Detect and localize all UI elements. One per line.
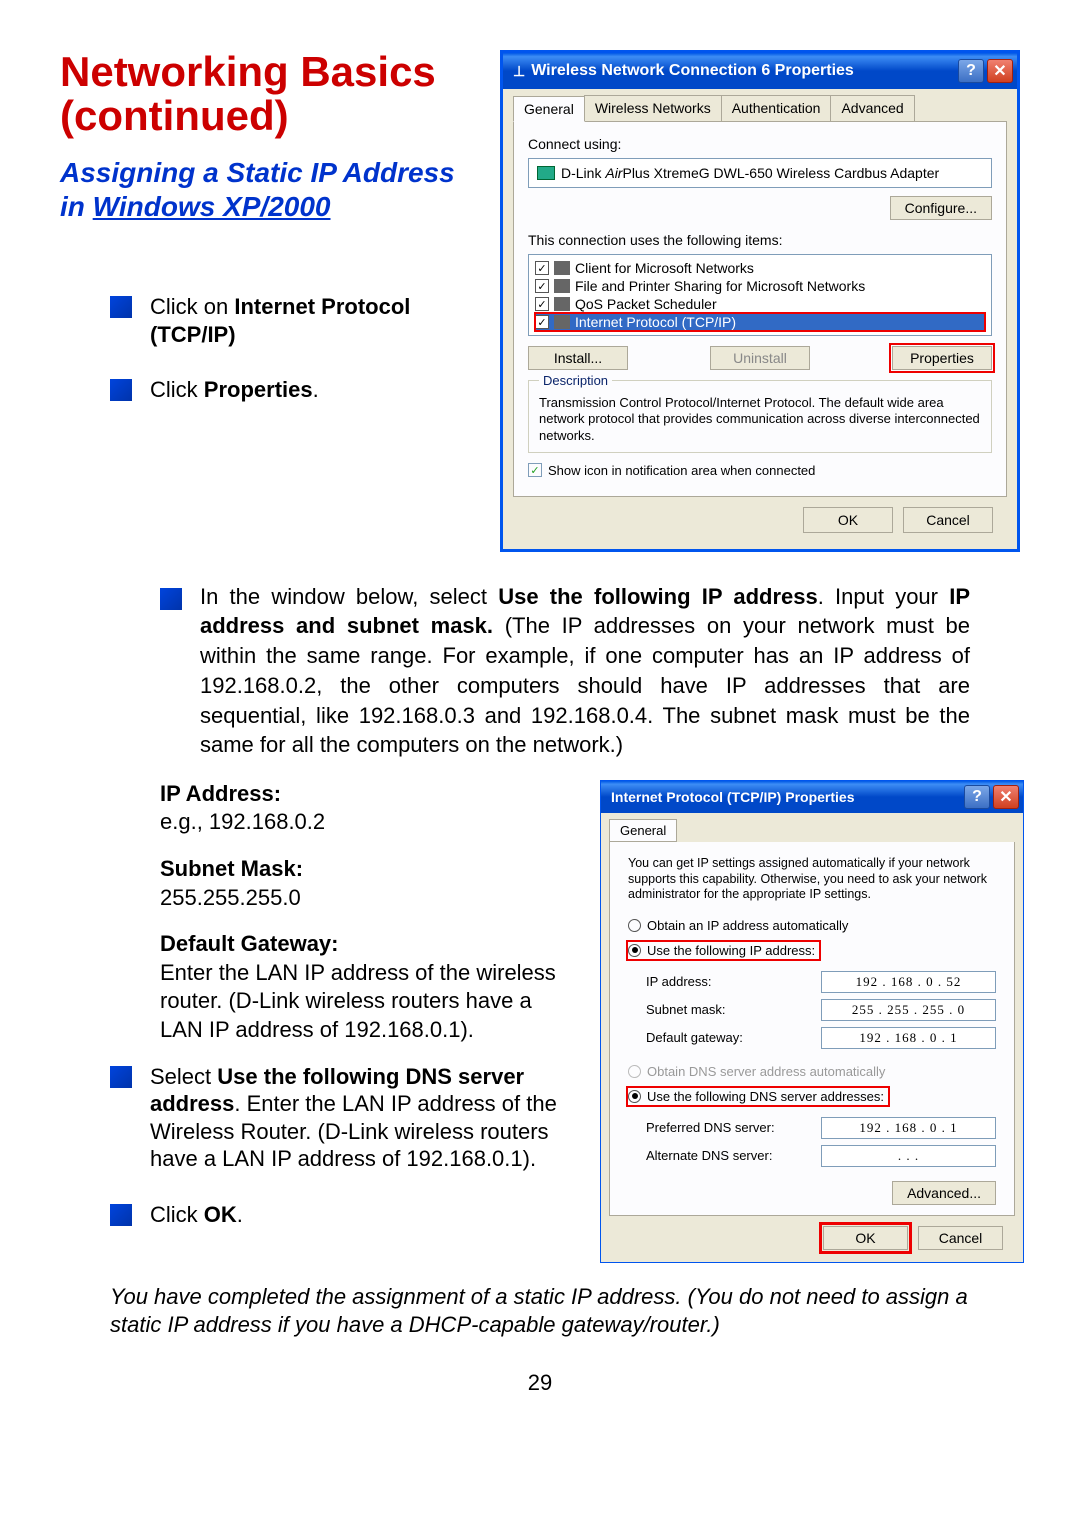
- bullet-square-icon: [110, 296, 132, 318]
- cancel-button[interactable]: Cancel: [903, 507, 993, 533]
- page-number: 29: [60, 1370, 1020, 1396]
- subheading-line2-underlined: Windows XP/2000: [93, 191, 331, 222]
- cancel-button[interactable]: Cancel: [918, 1226, 1003, 1250]
- advanced-button[interactable]: Advanced...: [892, 1181, 996, 1205]
- tab-general[interactable]: General: [609, 819, 677, 842]
- dialog2-intro: You can get IP settings assigned automat…: [628, 856, 996, 903]
- sub-heading: Assigning a Static IP Address in Windows…: [60, 156, 480, 223]
- description-group: Description Transmission Control Protoco…: [528, 380, 992, 453]
- lower-bullet: Select Use the following DNS server addr…: [110, 1063, 580, 1173]
- properties-button[interactable]: Properties: [892, 346, 992, 370]
- show-icon-label: Show icon in notification area when conn…: [548, 463, 815, 478]
- ip-address-input[interactable]: 192 . 168 . 0 . 52: [821, 971, 996, 993]
- list-item-tcpip[interactable]: ✓Internet Protocol (TCP/IP): [535, 313, 985, 331]
- ok-button[interactable]: OK: [803, 507, 893, 533]
- ip-address-def: IP Address: e.g., 192.168.0.2: [160, 780, 580, 837]
- list-item[interactable]: ✓QoS Packet Scheduler: [535, 295, 985, 313]
- description-text: Transmission Control Protocol/Internet P…: [539, 395, 981, 444]
- list-item[interactable]: ✓Client for Microsoft Networks: [535, 259, 985, 277]
- connect-using-label: Connect using:: [528, 136, 992, 152]
- bullet-item: Click on Internet Protocol (TCP/IP): [110, 293, 480, 348]
- bullet-square-icon: [160, 588, 182, 610]
- gateway-input[interactable]: 192 . 168 . 0 . 1: [821, 1027, 996, 1049]
- protocol-icon: [554, 315, 570, 329]
- alternate-dns-label: Alternate DNS server:: [646, 1148, 821, 1163]
- radio-icon: [628, 919, 641, 932]
- preferred-dns-input[interactable]: 192 . 168 . 0 . 1: [821, 1117, 996, 1139]
- tab-general[interactable]: General: [513, 96, 585, 122]
- checkbox-icon[interactable]: ✓: [535, 261, 549, 275]
- tcpip-properties-dialog: Internet Protocol (TCP/IP) Properties ? …: [600, 780, 1024, 1263]
- radio-icon: [628, 944, 641, 957]
- ok-button[interactable]: OK: [823, 1226, 908, 1250]
- subnet-mask-input[interactable]: 255 . 255 . 255 . 0: [821, 999, 996, 1021]
- radio-icon: [628, 1090, 641, 1103]
- subnet-mask-def: Subnet Mask: 255.255.255.0: [160, 855, 580, 912]
- tab-authentication[interactable]: Authentication: [721, 95, 832, 121]
- main-heading: Networking Basics (continued): [60, 50, 480, 138]
- adapter-name: D-Link AirPlus XtremeG DWL-650 Wireless …: [561, 165, 939, 181]
- tab-advanced[interactable]: Advanced: [830, 95, 914, 121]
- list-item[interactable]: ✓File and Printer Sharing for Microsoft …: [535, 277, 985, 295]
- items-label: This connection uses the following items…: [528, 232, 992, 248]
- radio-use-following-dns[interactable]: Use the following DNS server addresses:: [628, 1088, 888, 1105]
- adapter-field[interactable]: D-Link AirPlus XtremeG DWL-650 Wireless …: [528, 158, 992, 188]
- help-button[interactable]: ?: [958, 59, 984, 83]
- configure-button[interactable]: Configure...: [890, 196, 992, 220]
- bullet-item: Click Properties.: [110, 376, 480, 404]
- adapter-icon: [537, 166, 555, 180]
- alternate-dns-input[interactable]: . . .: [821, 1145, 996, 1167]
- close-button[interactable]: ✕: [993, 785, 1019, 809]
- lower-bullet: Click OK.: [110, 1201, 580, 1229]
- dialog2-title: Internet Protocol (TCP/IP) Properties: [611, 789, 961, 805]
- bullet-square-icon: [110, 379, 132, 401]
- close-button[interactable]: ✕: [987, 59, 1013, 83]
- install-button[interactable]: Install...: [528, 346, 628, 370]
- description-legend: Description: [539, 373, 612, 388]
- middle-bullet: In the window below, select Use the foll…: [160, 582, 970, 760]
- tabs: General Wireless Networks Authentication…: [513, 95, 1007, 122]
- checkbox-icon[interactable]: ✓: [535, 315, 549, 329]
- dialog2-title-bar: Internet Protocol (TCP/IP) Properties ? …: [601, 781, 1023, 813]
- service-icon: [554, 297, 570, 311]
- bullet-square-icon: [110, 1066, 132, 1088]
- service-icon: [554, 279, 570, 293]
- uninstall-button: Uninstall: [710, 346, 810, 370]
- subheading-line1: Assigning a Static IP Address: [60, 157, 455, 188]
- network-icon: ⊥: [513, 63, 525, 80]
- checkbox-icon[interactable]: ✓: [535, 279, 549, 293]
- radio-use-following-ip[interactable]: Use the following IP address:: [628, 942, 819, 959]
- gateway-def: Default Gateway: Enter the LAN IP addres…: [160, 930, 580, 1044]
- bullet-square-icon: [110, 1204, 132, 1226]
- preferred-dns-label: Preferred DNS server:: [646, 1120, 821, 1135]
- gateway-label: Default gateway:: [646, 1030, 821, 1045]
- ip-address-label: IP address:: [646, 974, 821, 989]
- show-icon-checkbox-row[interactable]: ✓ Show icon in notification area when co…: [528, 463, 992, 478]
- subnet-mask-label: Subnet mask:: [646, 1002, 821, 1017]
- radio-obtain-dns-auto: Obtain DNS server address automatically: [628, 1063, 996, 1080]
- checkbox-icon[interactable]: ✓: [528, 463, 542, 477]
- dialog-title: Wireless Network Connection 6 Properties: [531, 62, 955, 80]
- tab-wireless-networks[interactable]: Wireless Networks: [584, 95, 722, 121]
- dialog-title-bar: ⊥ Wireless Network Connection 6 Properti…: [503, 53, 1017, 89]
- closing-note: You have completed the assignment of a s…: [110, 1283, 970, 1340]
- connection-properties-dialog: ⊥ Wireless Network Connection 6 Properti…: [500, 50, 1020, 552]
- checkbox-icon[interactable]: ✓: [535, 297, 549, 311]
- radio-obtain-ip-auto[interactable]: Obtain an IP address automatically: [628, 917, 996, 934]
- client-icon: [554, 261, 570, 275]
- middle-bullet-text: In the window below, select Use the foll…: [200, 582, 970, 760]
- subheading-line2-prefix: in: [60, 191, 93, 222]
- radio-icon: [628, 1065, 641, 1078]
- connection-items-list[interactable]: ✓Client for Microsoft Networks ✓File and…: [528, 254, 992, 336]
- left-bullets: Click on Internet Protocol (TCP/IP) Clic…: [110, 293, 480, 404]
- help-button[interactable]: ?: [964, 785, 990, 809]
